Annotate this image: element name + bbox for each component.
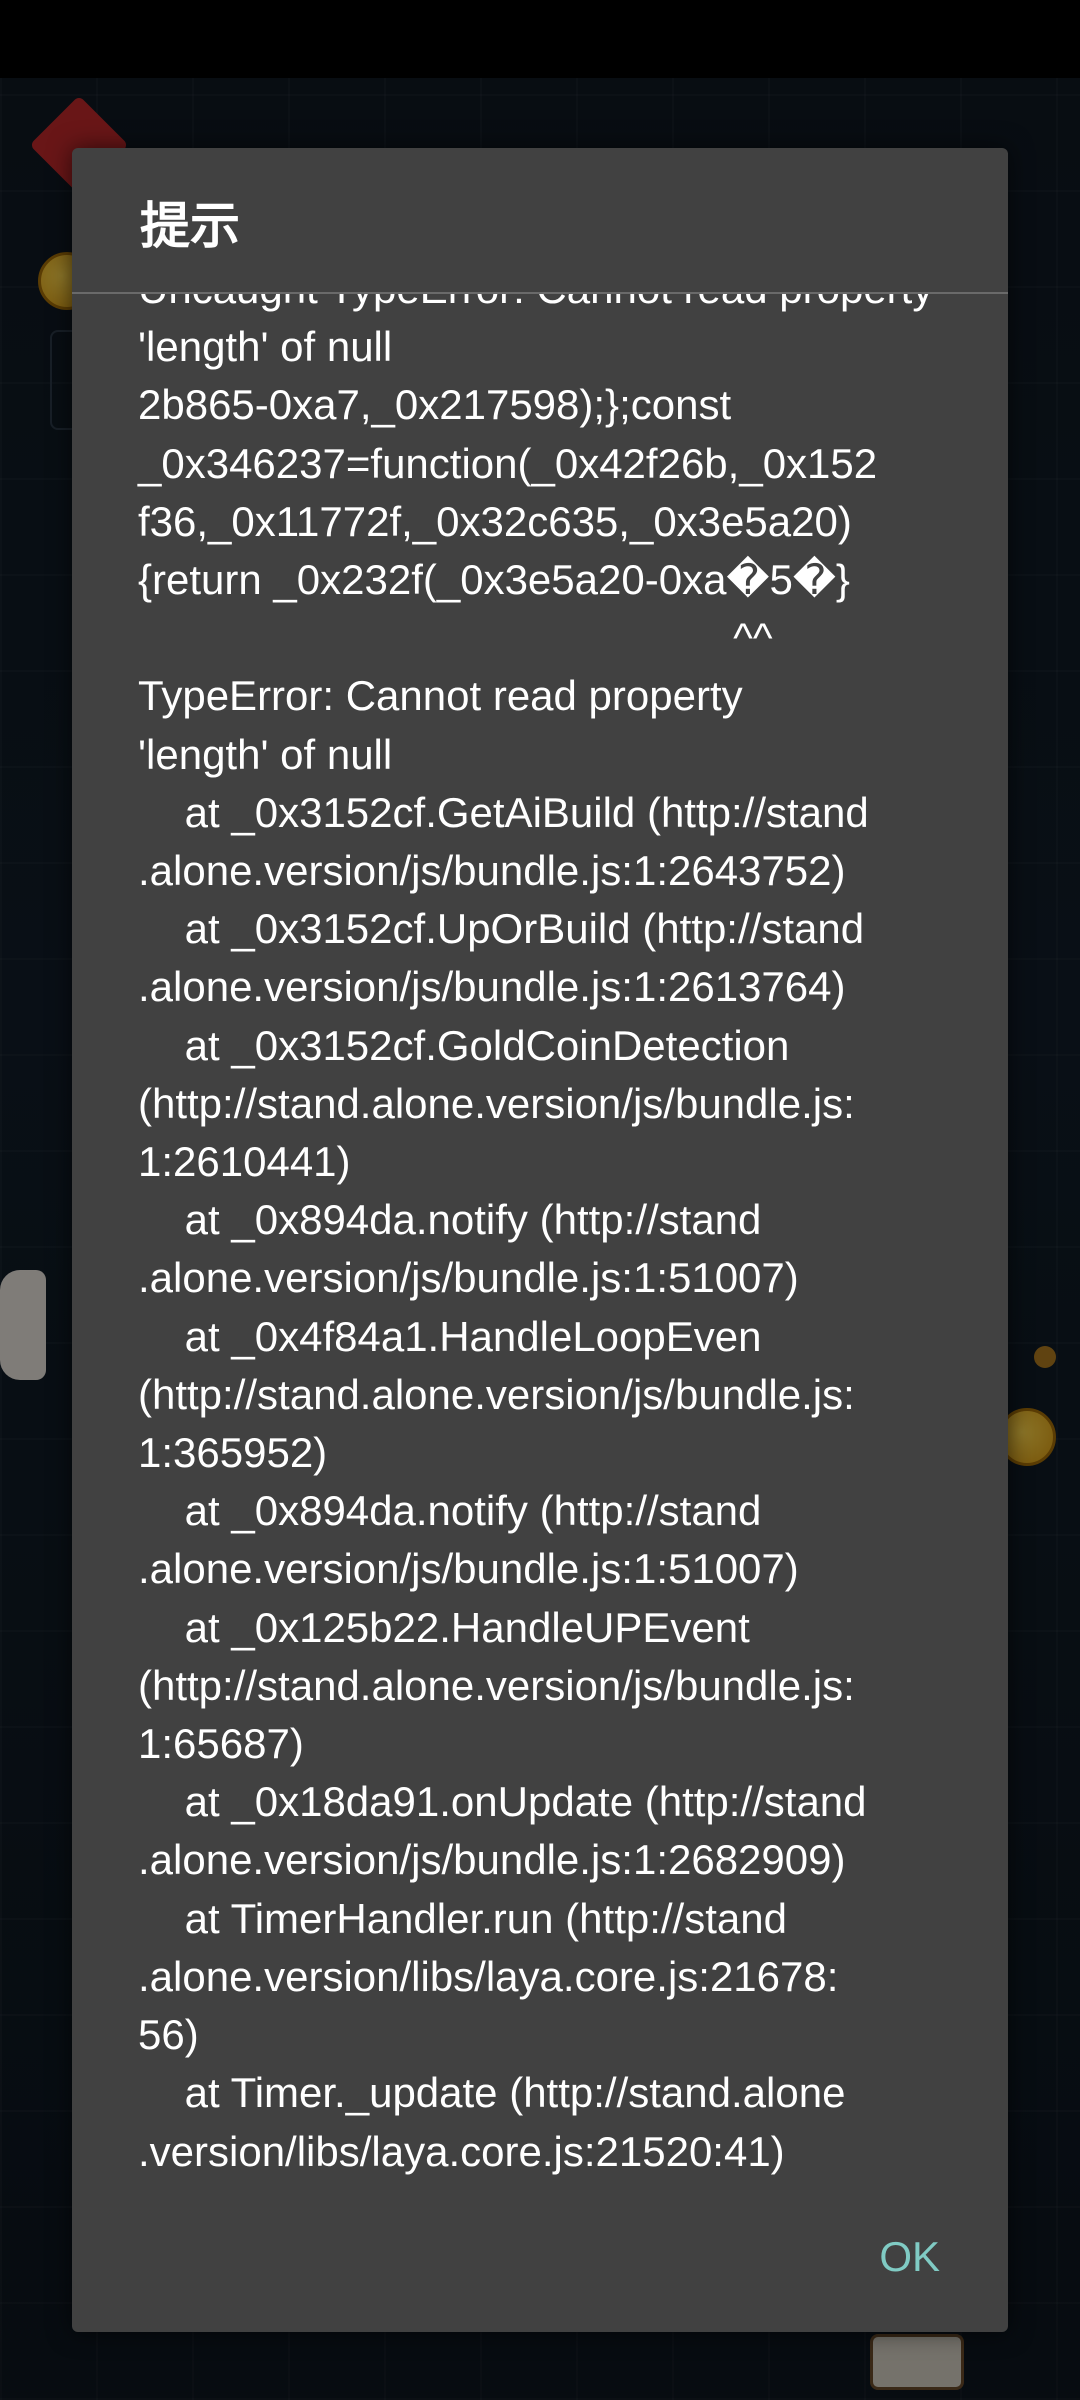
status-bar	[0, 0, 1080, 78]
dialog-title: 提示	[140, 197, 240, 255]
error-dialog: 提示 Uncaught TypeError: Cannot read prope…	[72, 148, 1008, 2332]
error-message: Uncaught TypeError: Cannot read property…	[138, 294, 933, 2175]
message-scroll-area[interactable]: Uncaught TypeError: Cannot read property…	[72, 294, 1008, 2264]
ok-button[interactable]: OK	[865, 2222, 954, 2292]
